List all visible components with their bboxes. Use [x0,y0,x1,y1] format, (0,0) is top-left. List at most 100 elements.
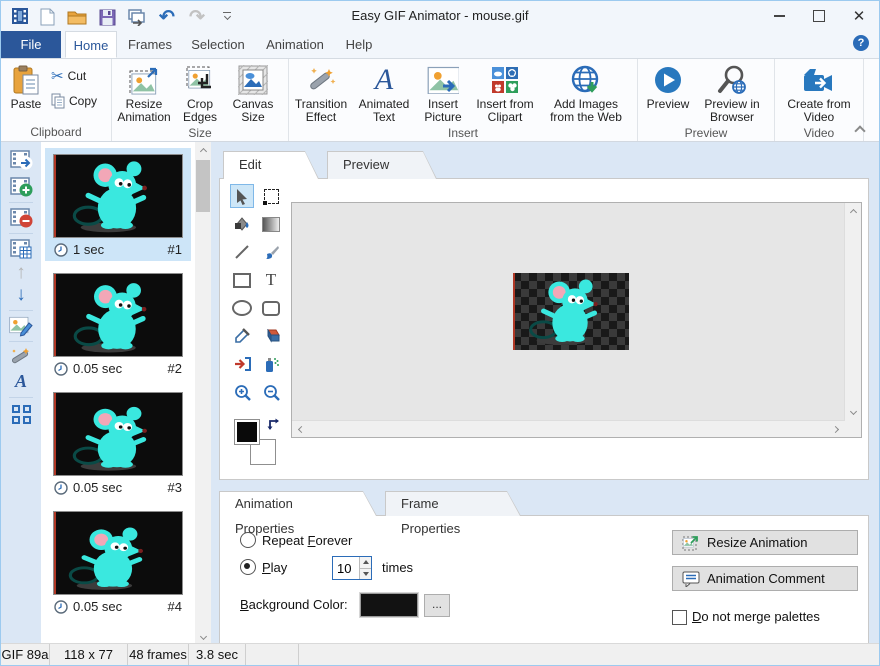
preview-button[interactable]: Preview [640,61,696,113]
status-empty [246,644,299,665]
zoom-in-tool[interactable] [230,380,254,404]
paste-icon [12,63,40,97]
add-images-web-button[interactable]: Add Images from the Web [541,61,631,126]
tab-edit[interactable]: Edit [223,151,319,179]
background-color-value[interactable] [360,593,418,617]
properties-tabs: Animation Properties Frame Properties [219,491,529,519]
copy-button[interactable]: Copy [51,93,97,109]
animated-text-button[interactable]: A Animated Text [351,61,417,126]
play-label[interactable]: Play [262,560,287,575]
tab-animation[interactable]: Animation [259,31,331,58]
rounded-rect-tool[interactable] [259,296,283,320]
swap-colors-icon[interactable] [266,417,280,431]
tool-palette: T [230,184,283,404]
drawing-canvas[interactable] [291,202,862,438]
text-icon[interactable]: A [9,369,33,393]
clipart-icon [491,63,519,97]
resize-animation-panel-button[interactable]: Resize Animation [672,530,858,555]
insert-clipart-button[interactable]: Insert from Clipart [469,61,541,126]
background-color-label: Background Color: [240,597,348,612]
insert-picture-icon [427,63,459,97]
clock-icon [54,600,68,614]
text-tool[interactable]: T [259,268,283,292]
spin-up-icon[interactable] [360,557,371,569]
tab-help[interactable]: Help [337,31,381,58]
video-camera-icon [802,63,836,97]
scroll-down-icon[interactable] [845,405,861,421]
edit-frame-icon[interactable] [9,314,33,338]
insert-picture-button[interactable]: Insert Picture [417,61,469,126]
frame-item-1[interactable]: 1 sec #1 [45,148,191,261]
play-times-spinner [332,556,372,580]
ellipse-tool[interactable] [230,296,254,320]
ribbon-collapse-icon[interactable] [853,123,867,135]
tab-frames[interactable]: Frames [123,31,177,58]
fill-bucket-tool[interactable] [230,212,254,236]
canvas-hscrollbar[interactable] [292,420,845,437]
arrange-frames-icon[interactable] [9,402,33,426]
browse-color-button[interactable]: ... [424,594,450,617]
animation-comment-button[interactable]: Animation Comment [672,566,858,591]
create-from-video-button[interactable]: Create from Video [781,61,857,126]
canvas-size-icon [238,63,268,97]
close-button[interactable]: ✕ [839,1,879,31]
line-tool[interactable] [230,240,254,264]
frame-item-3[interactable]: 0.05 sec #3 [45,386,191,499]
minimize-button[interactable] [759,1,799,31]
foreground-color-swatch[interactable] [234,419,260,445]
resize-animation-icon [128,63,160,97]
canvas-vscrollbar[interactable] [844,203,861,421]
brush-tool[interactable] [259,240,283,264]
tab-frame-properties[interactable]: Frame Properties [385,491,521,516]
merge-palettes-label[interactable]: Do not merge palettes [692,609,820,624]
scroll-up-icon[interactable] [845,203,861,219]
resize-animation-button[interactable]: Resize Animation [114,61,174,126]
tab-animation-properties[interactable]: Animation Properties [219,491,377,516]
tab-selection[interactable]: Selection [183,31,253,58]
frame-list-scrollbar[interactable] [195,142,211,646]
zoom-out-tool[interactable] [259,380,283,404]
spin-down-icon[interactable] [360,569,371,580]
transition-effect-button[interactable]: Transition Effect [291,61,351,126]
scroll-right-icon[interactable] [829,421,845,437]
group-label-preview: Preview [640,126,772,141]
delete-frame-icon[interactable] [9,206,33,230]
editor-tabs: Edit Preview [223,151,445,179]
extract-frames-icon[interactable] [9,148,33,172]
wand-icon[interactable] [9,345,33,369]
duplicate-frame-icon[interactable] [9,237,33,261]
select-arrow-tool[interactable] [230,184,254,208]
rect-select-tool[interactable] [259,184,283,208]
eyedropper-tool[interactable] [230,324,254,348]
frame-item-4[interactable]: 0.05 sec #4 [45,505,191,618]
scroll-left-icon[interactable] [292,421,308,437]
scrollbar-thumb[interactable] [196,160,210,212]
status-bar: GIF 89a 118 x 77 48 frames 3.8 sec [1,643,879,665]
eraser-tool[interactable] [259,324,283,348]
tab-preview[interactable]: Preview [327,151,437,179]
spray-can-tool[interactable] [259,352,283,376]
help-icon[interactable]: ? [853,35,869,51]
preview-in-browser-button[interactable]: Preview in Browser [696,61,768,126]
crop-edges-button[interactable]: Crop Edges [174,61,226,126]
cut-button[interactable]: ✂ Cut [51,67,97,85]
canvas-size-button[interactable]: Canvas Size [226,61,280,126]
rectangle-tool[interactable] [230,268,254,292]
frame-item-2[interactable]: 0.05 sec #2 [45,267,191,380]
paste-button[interactable]: Paste [3,61,49,113]
merge-palettes-checkbox[interactable] [672,610,687,625]
scroll-up-icon[interactable] [195,142,211,158]
gradient-tool[interactable] [259,212,283,236]
play-radio[interactable] [240,559,256,575]
times-label: times [382,560,413,575]
move-up-icon[interactable]: ↑ [9,261,33,285]
maximize-button[interactable] [799,1,839,31]
frame-list: 1 sec #1 0.05 sec #2 0.05 sec #3 [41,142,195,646]
move-down-icon[interactable]: ↓ [9,283,33,307]
add-frame-icon[interactable] [9,175,33,199]
play-times-input[interactable] [333,557,359,579]
tab-file[interactable]: File [1,31,61,58]
tab-home[interactable]: Home [65,31,117,58]
gif-image[interactable] [513,273,629,350]
arrow-in-tool[interactable] [230,352,254,376]
